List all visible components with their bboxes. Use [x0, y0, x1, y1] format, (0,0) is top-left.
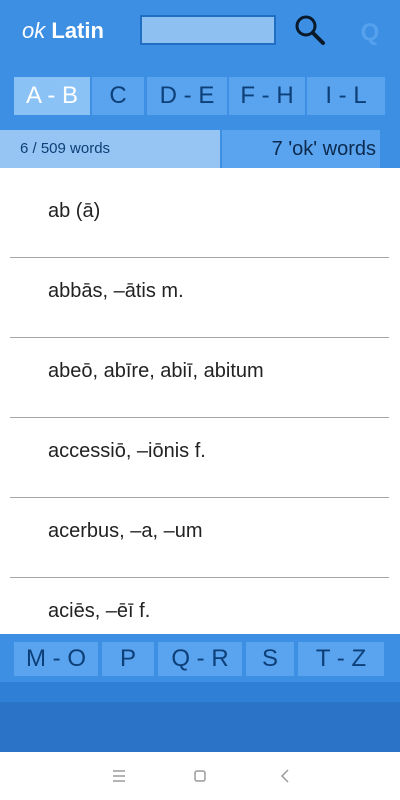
system-nav-bar	[0, 752, 400, 800]
app-logo: ok Latin	[22, 18, 104, 44]
list-item[interactable]: acerbus, –a, –um	[10, 498, 389, 578]
search-icon	[295, 15, 325, 45]
word-entry: abeō, abīre, abiī, abitum	[48, 360, 264, 382]
tab-i-l[interactable]: I - L	[307, 77, 385, 115]
home-button[interactable]	[185, 764, 215, 788]
list-item[interactable]: accessiō, –iōnis f.	[10, 418, 389, 498]
word-progress: 6 / 509 words	[0, 130, 220, 168]
search-input[interactable]	[140, 15, 276, 45]
ok-words-count[interactable]: 7 'ok' words	[222, 130, 380, 168]
tab-s[interactable]: S	[246, 642, 294, 676]
list-item[interactable]: abbās, –ātis m.	[10, 258, 389, 338]
search-button[interactable]	[292, 12, 328, 48]
menu-button[interactable]	[104, 764, 134, 788]
word-entry: ab (ā)	[48, 200, 101, 222]
logo-prefix: ok	[22, 18, 46, 43]
back-button[interactable]	[270, 764, 300, 788]
word-entry: abbās, –ātis m.	[48, 280, 184, 302]
tab-m-o[interactable]: M - O	[14, 642, 98, 676]
list-item[interactable]: ab (ā)	[10, 178, 389, 258]
bottom-stripe-dark	[0, 702, 400, 752]
tab-f-h[interactable]: F - H	[229, 77, 305, 115]
logo-name: Latin	[51, 18, 104, 43]
tab-a-b[interactable]: A - B	[14, 77, 90, 115]
tab-d-e[interactable]: D - E	[147, 77, 227, 115]
word-list[interactable]: ab (ā) abbās, –ātis m. abeō, abīre, abiī…	[0, 168, 400, 634]
back-icon	[280, 769, 289, 783]
tab-t-z[interactable]: T - Z	[298, 642, 384, 676]
list-item[interactable]: aciēs, –ēī f.	[10, 578, 389, 634]
menu-icon	[113, 770, 125, 782]
tab-q-r[interactable]: Q - R	[158, 642, 242, 676]
tab-c[interactable]: C	[92, 77, 144, 115]
tab-p[interactable]: P	[102, 642, 154, 676]
quiz-button[interactable]: Q	[356, 18, 384, 48]
list-item[interactable]: abeō, abīre, abiī, abitum	[10, 338, 389, 418]
bottom-stripe	[0, 682, 400, 702]
home-icon	[194, 770, 206, 782]
word-entry: accessiō, –iōnis f.	[48, 440, 206, 462]
word-entry: aciēs, –ēī f.	[48, 600, 151, 622]
word-entry: acerbus, –a, –um	[48, 520, 203, 542]
